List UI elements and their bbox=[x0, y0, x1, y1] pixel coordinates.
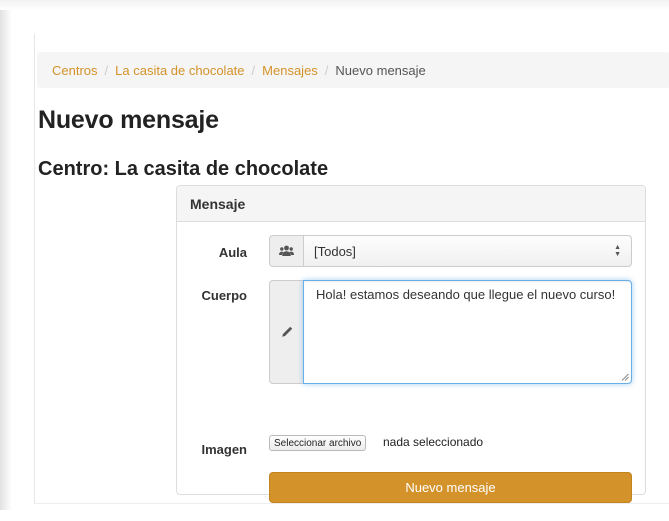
aula-select-value: [Todos] bbox=[314, 243, 356, 259]
breadcrumb-separator: / bbox=[324, 62, 329, 78]
aula-addon bbox=[269, 235, 303, 267]
imagen-label: Imagen bbox=[201, 442, 247, 457]
pencil-icon bbox=[281, 326, 292, 337]
file-status: nada seleccionado bbox=[383, 435, 484, 449]
message-panel: Mensaje Aula [Todos] ▲ ▼ Cuerpo Hola! es… bbox=[176, 185, 646, 503]
window-left-shadow bbox=[0, 10, 12, 510]
cuerpo-textarea[interactable]: Hola! estamos deseando que llegue el nue… bbox=[303, 280, 632, 384]
browser-window: Centros / La casita de chocolate / Mensa… bbox=[0, 0, 669, 521]
select-arrows-icon: ▲ ▼ bbox=[614, 244, 621, 258]
file-select-button[interactable]: Seleccionar archivo bbox=[269, 435, 367, 451]
breadcrumb-link-centro[interactable]: La casita de chocolate bbox=[115, 63, 244, 78]
panel-heading: Mensaje bbox=[177, 186, 645, 222]
breadcrumb: Centros / La casita de chocolate / Mensa… bbox=[37, 52, 669, 88]
breadcrumb-link-centros[interactable]: Centros bbox=[52, 63, 98, 78]
aula-label: Aula bbox=[218, 245, 247, 260]
submit-button[interactable]: Nuevo mensaje bbox=[269, 472, 632, 503]
center-heading: Centro: La casita de chocolate bbox=[38, 158, 329, 180]
breadcrumb-separator: / bbox=[104, 62, 109, 78]
users-icon bbox=[279, 245, 294, 256]
breadcrumb-current: Nuevo mensaje bbox=[335, 62, 426, 78]
page-content: Centros / La casita de chocolate / Mensa… bbox=[34, 34, 669, 504]
cuerpo-addon bbox=[269, 280, 303, 384]
page-title: Nuevo mensaje bbox=[38, 106, 219, 134]
breadcrumb-link-mensajes[interactable]: Mensajes bbox=[262, 63, 318, 78]
resize-grip-icon[interactable] bbox=[621, 373, 629, 381]
cuerpo-text: Hola! estamos deseando que llegue el nue… bbox=[316, 287, 616, 302]
breadcrumb-separator: / bbox=[251, 62, 256, 78]
cuerpo-label: Cuerpo bbox=[201, 288, 248, 303]
aula-select[interactable]: [Todos] ▲ ▼ bbox=[303, 235, 632, 267]
window-top-shadow bbox=[0, 0, 669, 10]
